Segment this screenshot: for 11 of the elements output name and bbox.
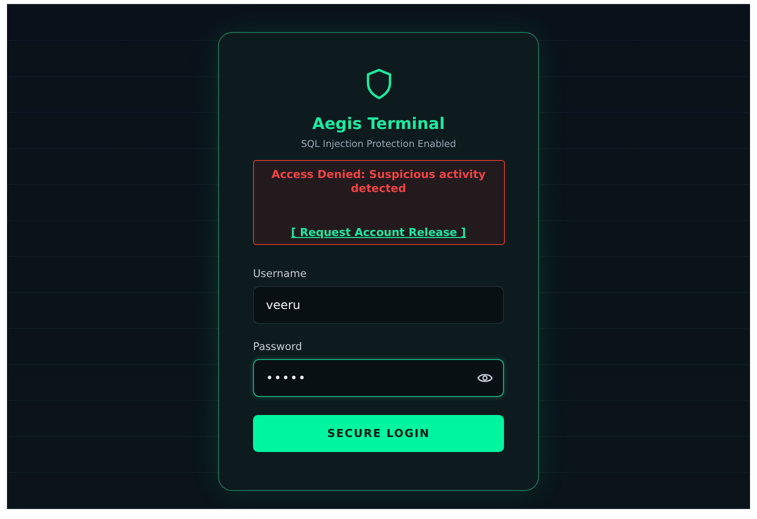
secure-login-button[interactable]: SECURE LOGIN [253,415,504,452]
eye-icon[interactable] [477,372,493,384]
shield-icon [364,68,392,100]
password-field[interactable]: ••••• [253,359,504,397]
error-message: Access Denied: Suspicious activity detected [270,168,487,196]
field-label: Password [253,341,304,353]
app-subtitle: SQL Injection Protection Enabled [300,139,456,150]
field-label: Username [253,268,308,280]
username-field[interactable]: veeru [253,286,504,324]
request-release-link[interactable]: [ Request Account Release ] [291,226,466,239]
app-title: Aegis Terminal [312,114,445,133]
